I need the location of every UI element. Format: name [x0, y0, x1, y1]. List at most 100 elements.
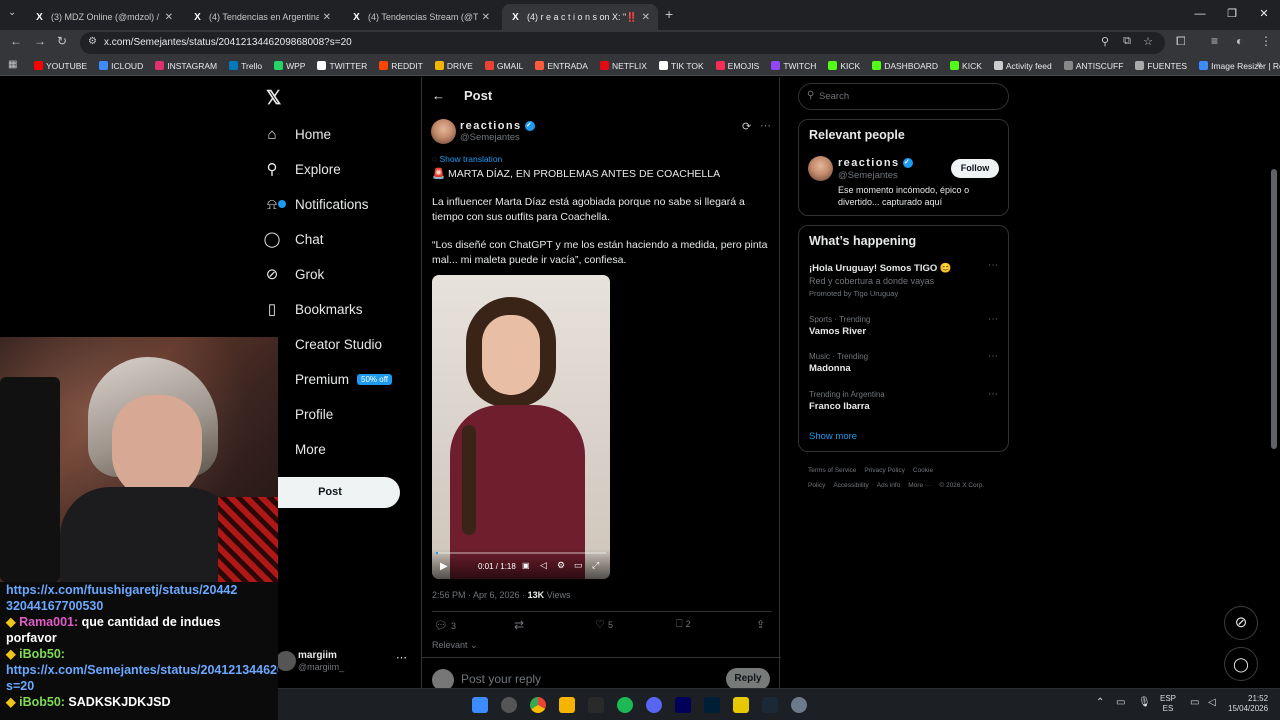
bookmark-item[interactable]: GMAIL — [484, 61, 523, 71]
footer-link[interactable]: © 2026 X Corp. — [939, 482, 984, 489]
search-box[interactable]: ⚲ Search — [798, 83, 1009, 110]
steam-icon[interactable] — [762, 697, 778, 713]
chat-text[interactable]: https://x.com/Semejantes/status/20412134… — [6, 663, 278, 693]
browser-tab[interactable]: X (3) MDZ Online (@mdzol) / X ✕ — [26, 4, 181, 30]
nav-item-grok[interactable]: ⊘ Grok — [262, 261, 325, 287]
messages-float-button[interactable]: ◯ — [1224, 647, 1258, 681]
nav-item-bookmarks[interactable]: ▯ Bookmarks — [262, 296, 363, 322]
forward-icon[interactable]: → — [34, 34, 46, 48]
x-logo-icon[interactable]: 𝕏 — [266, 87, 281, 110]
back-arrow-icon[interactable]: ← — [432, 88, 445, 103]
search-input[interactable]: Search — [819, 91, 849, 102]
scrollbar-thumb[interactable] — [1271, 169, 1277, 449]
tray-chevron-icon[interactable]: ⌃ — [1096, 697, 1104, 708]
browser-tab[interactable]: X (4) Tendencias Stream (@Tnde ✕ — [343, 4, 498, 30]
close-icon[interactable]: ✕ — [323, 12, 331, 23]
more-icon[interactable]: ⋯ — [988, 260, 998, 271]
play-icon[interactable]: ▶ — [440, 561, 448, 572]
repost-icon[interactable]: ⇄ — [514, 618, 524, 632]
chat-text[interactable]: https://x.com/fuushigaretj/status/20442 — [6, 583, 237, 597]
sort-dropdown[interactable]: Relevant ⌄ — [432, 640, 478, 651]
bookmark-action[interactable]: ⎕ 2 — [676, 618, 691, 631]
app-icon[interactable] — [588, 697, 604, 713]
bookmark-item[interactable]: ANTISCUFF — [1063, 61, 1123, 71]
network-icon[interactable]: ▭ — [1190, 697, 1199, 708]
photoshop-icon[interactable] — [704, 697, 720, 713]
bookmark-item[interactable]: KICK — [828, 61, 860, 71]
bookmark-item[interactable]: FUENTES — [1135, 61, 1187, 71]
trend-item[interactable]: Music · Trending Madonna ⋯ — [809, 351, 1004, 375]
volume-icon[interactable]: ◁ — [540, 560, 547, 571]
nav-item-home[interactable]: ⌂ Home — [262, 121, 331, 147]
pip-icon[interactable]: ▭ — [574, 560, 583, 571]
fullscreen-icon[interactable]: ⤢ — [592, 560, 599, 571]
site-info-icon[interactable]: ⚙ — [88, 36, 97, 47]
close-icon[interactable]: ✕ — [482, 12, 490, 23]
footer-link[interactable]: Ads info — [877, 482, 901, 489]
reply-input[interactable]: Post your reply — [461, 672, 541, 686]
minimize-icon[interactable]: — — [1184, 0, 1216, 30]
show-translation-link[interactable]: ◌ Show translation — [432, 154, 502, 164]
video-player[interactable]: ▶ 0:01 / 1:18 ▣ ◁ ⚙ ▭ ⤢ — [432, 275, 610, 579]
bookmark-item[interactable]: DASHBOARD — [872, 61, 938, 71]
chat-username[interactable]: Rama001: — [19, 615, 78, 629]
author-name[interactable]: reactions ✓ — [460, 120, 535, 132]
bookmark-item[interactable]: Activity feed — [993, 61, 1052, 71]
install-icon[interactable]: ⧉ — [1123, 35, 1131, 48]
settings-icon[interactable]: ⚙ — [557, 560, 565, 571]
nav-item-notifications[interactable]: ⍾ Notifications — [262, 191, 369, 217]
share-icon[interactable]: ⇪ — [756, 618, 765, 631]
premiere-icon[interactable] — [675, 697, 691, 713]
footer-link[interactable]: Privacy Policy — [864, 467, 904, 474]
reply-button[interactable]: Reply — [726, 668, 770, 688]
bookmark-item[interactable]: NETFLIX — [599, 61, 647, 71]
tab-search-icon[interactable]: ⌄ — [8, 7, 16, 18]
browser-tab[interactable]: X (4) Tendencias en Argentina (@ ✕ — [184, 4, 339, 30]
apps-icon[interactable]: ▦ — [8, 59, 17, 70]
reply-action[interactable]: 💬︎ 3 — [434, 619, 456, 632]
person-name[interactable]: reactions ✓ — [838, 157, 913, 169]
bookmark-item[interactable]: INSTAGRAM — [155, 61, 217, 71]
bookmark-item[interactable]: KICK — [950, 61, 982, 71]
bookmark-item[interactable]: REDDIT — [379, 61, 423, 71]
microphone-icon[interactable]: 🎙︎ — [1138, 697, 1151, 708]
avatar[interactable] — [808, 156, 833, 181]
bookmark-item[interactable]: Image Resizer | Resi... — [1199, 61, 1280, 71]
footer-link[interactable]: Terms of Service — [808, 467, 856, 474]
bookmark-item[interactable]: EMOJIS — [715, 61, 759, 71]
menu-icon[interactable]: ⋮ — [1260, 34, 1272, 48]
close-icon[interactable]: ✕ — [165, 12, 173, 23]
bookmark-item[interactable]: WPP — [274, 61, 305, 71]
nav-item-chat[interactable]: ◯ Chat — [262, 226, 324, 252]
show-more-link[interactable]: Show more — [809, 431, 857, 442]
notes-icon[interactable] — [733, 697, 749, 713]
bookmark-item[interactable]: YOUTUBE — [34, 61, 87, 71]
bookmark-item[interactable]: TWITCH — [771, 61, 816, 71]
trend-item[interactable]: Sports · Trending Vamos River ⋯ — [809, 314, 1004, 338]
footer-link[interactable]: Accessibility — [833, 482, 868, 489]
captions-icon[interactable]: ▣ — [522, 561, 530, 570]
page-scrollbar[interactable] — [1268, 77, 1280, 688]
new-tab-icon[interactable]: + — [665, 6, 673, 22]
start-icon[interactable] — [472, 697, 488, 713]
discord-icon[interactable] — [646, 697, 662, 713]
star-icon[interactable]: ☆ — [1143, 35, 1153, 48]
more-icon[interactable]: ⋯ — [988, 389, 998, 400]
chat-text[interactable]: 32044167700530 — [6, 599, 103, 613]
zoom-icon[interactable]: ⚲ — [1101, 35, 1109, 48]
volume-icon[interactable]: ◁ — [1208, 697, 1216, 708]
app-icon[interactable] — [791, 697, 807, 713]
bookmark-item[interactable]: Trello — [229, 61, 262, 71]
follow-button[interactable]: Follow — [951, 159, 999, 178]
browser-tab-active[interactable]: X (4) r e a c t i o n s on X: "‼️ MA ✕ — [502, 4, 658, 30]
file-explorer-icon[interactable] — [559, 697, 575, 713]
chat-username[interactable]: iBob50: — [19, 647, 65, 661]
media-icon[interactable]: ≡ — [1211, 34, 1218, 48]
video-progress-track[interactable] — [436, 552, 606, 554]
like-action[interactable]: ♡ 5 — [595, 618, 613, 631]
account-switcher[interactable]: margiim @margiim_ ⋯ — [276, 649, 412, 679]
tray-app-icon[interactable]: ▭ — [1116, 697, 1125, 708]
grok-icon[interactable]: ⟳ — [742, 120, 751, 133]
reload-icon[interactable]: ↻ — [57, 34, 67, 48]
trend-item[interactable]: Trending in Argentina Franco Ibarra ⋯ — [809, 389, 1004, 413]
